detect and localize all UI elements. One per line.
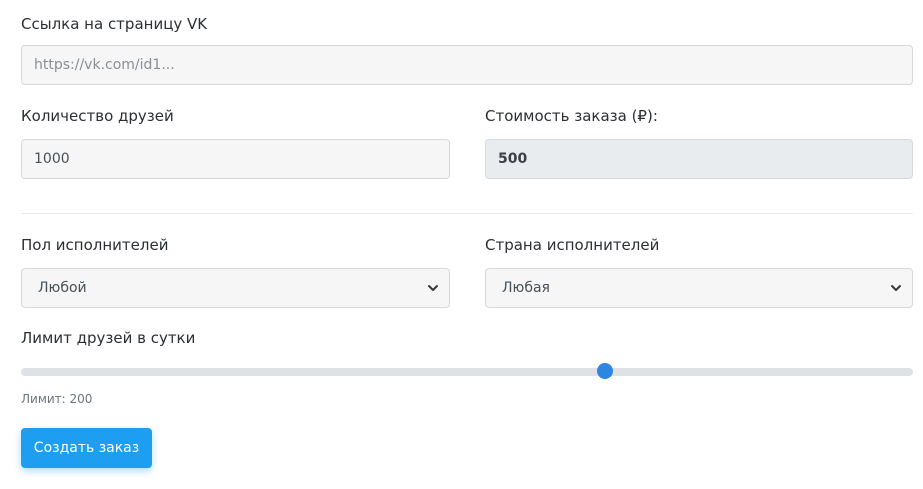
vk-link-input[interactable]: https://vk.com/id1...	[21, 45, 913, 85]
country-select[interactable]: Любая	[485, 268, 913, 308]
friends-count-label: Количество друзей	[21, 107, 174, 125]
daily-limit-label: Лимит друзей в сутки	[21, 329, 196, 347]
gender-select[interactable]: Любой	[21, 268, 450, 308]
create-order-button[interactable]: Создать заказ	[21, 428, 152, 468]
order-cost-field: 500	[485, 139, 913, 179]
friends-count-input[interactable]: 1000	[21, 139, 450, 179]
country-select-value: Любая	[502, 280, 550, 296]
order-cost-label: Стоимость заказа (₽):	[485, 107, 658, 125]
gender-select-value: Любой	[38, 280, 87, 296]
daily-limit-slider-thumb[interactable]	[597, 363, 614, 379]
gender-label: Пол исполнителей	[21, 236, 169, 254]
daily-limit-slider-track[interactable]	[21, 368, 913, 376]
country-label: Страна исполнителей	[485, 236, 660, 254]
daily-limit-readout: Лимит: 200	[21, 392, 93, 406]
chevron-down-icon	[891, 285, 901, 291]
chevron-down-icon	[428, 285, 438, 291]
section-divider	[21, 213, 913, 214]
vk-link-label: Ссылка на страницу VK	[21, 15, 208, 33]
